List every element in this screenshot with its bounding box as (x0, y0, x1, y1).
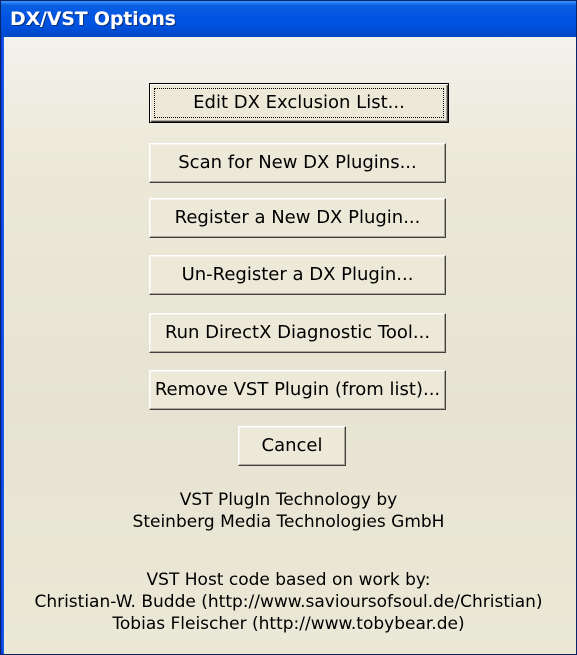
cancel-button[interactable]: Cancel (238, 426, 346, 466)
remove-vst-plugin-button[interactable]: Remove VST Plugin (from list)... (149, 370, 446, 410)
edit-dx-exclusion-list-button[interactable]: Edit DX Exclusion List... (149, 83, 449, 123)
vst-technology-line-1: VST PlugIn Technology by (179, 490, 398, 510)
unregister-dx-plugin-button[interactable]: Un-Register a DX Plugin... (149, 255, 446, 295)
scan-new-dx-plugins-button[interactable]: Scan for New DX Plugins... (149, 143, 446, 183)
vst-technology-line-2: Steinberg Media Technologies GmbH (132, 512, 445, 532)
cancel-label: Cancel (261, 435, 323, 456)
run-directx-diagnostic-label: Run DirectX Diagnostic Tool... (164, 322, 431, 343)
dxvst-options-dialog: DX/VST Options Edit DX Exclusion List...… (0, 0, 577, 655)
unregister-dx-plugin-label: Un-Register a DX Plugin... (181, 264, 414, 285)
vst-host-line-3: Tobias Fleischer (http://www.tobybear.de… (112, 614, 465, 634)
scan-new-dx-plugins-label: Scan for New DX Plugins... (178, 152, 417, 173)
vst-host-credit: VST Host code based on work by: Christia… (1, 569, 576, 635)
vst-host-line-1: VST Host code based on work by: (146, 570, 431, 590)
window-title: DX/VST Options (10, 8, 176, 30)
title-bar[interactable]: DX/VST Options (1, 1, 576, 37)
vst-host-line-2: Christian-W. Budde (http://www.saviourso… (34, 592, 543, 612)
register-dx-plugin-button[interactable]: Register a New DX Plugin... (149, 198, 446, 238)
vst-technology-credit: VST PlugIn Technology by Steinberg Media… (1, 489, 576, 533)
remove-vst-plugin-label: Remove VST Plugin (from list)... (154, 379, 441, 400)
register-dx-plugin-label: Register a New DX Plugin... (174, 207, 421, 228)
edit-dx-exclusion-list-label: Edit DX Exclusion List... (193, 92, 405, 113)
run-directx-diagnostic-button[interactable]: Run DirectX Diagnostic Tool... (149, 313, 446, 353)
window-left-border (1, 37, 4, 654)
